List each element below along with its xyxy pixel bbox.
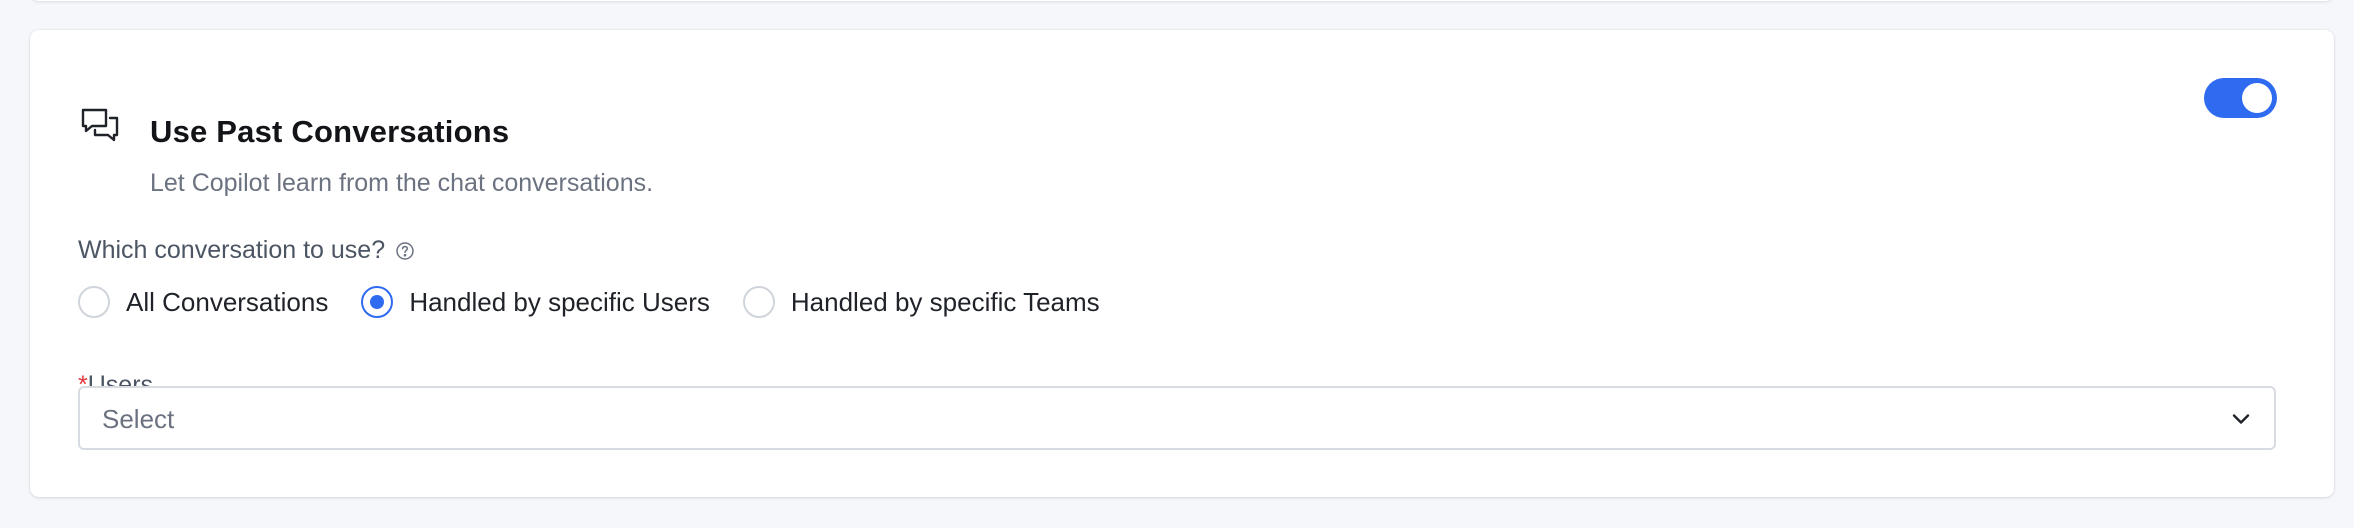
users-select[interactable]: Select [78, 386, 2276, 450]
past-conversations-card: Use Past Conversations Let Copilot learn… [30, 30, 2334, 497]
section-subtitle: Let Copilot learn from the chat conversa… [150, 169, 654, 197]
use-past-conversations-toggle[interactable] [2204, 78, 2277, 118]
radio-label: Handled by specific Teams [790, 286, 1100, 317]
radio-all-conversations[interactable]: All Conversations [78, 286, 328, 318]
radio-label: Handled by specific Users [409, 286, 710, 317]
conversation-source-question: Which conversation to use? [78, 236, 386, 264]
chat-bubbles-icon [81, 108, 119, 142]
chevron-down-icon[interactable] [2228, 406, 2254, 432]
conversation-source-radio-group: All Conversations Handled by specific Us… [78, 285, 1133, 319]
radio-button[interactable] [78, 286, 110, 318]
radio-button[interactable] [742, 286, 775, 318]
radio-button-selected[interactable] [361, 286, 394, 318]
radio-specific-teams[interactable]: Handled by specific Teams [742, 286, 1100, 318]
previous-card-edge [30, 0, 2334, 1]
radio-specific-users[interactable]: Handled by specific Users [361, 286, 710, 318]
section-title: Use Past Conversations [150, 114, 510, 149]
radio-label: All Conversations [126, 286, 329, 317]
question-circle-icon[interactable] [395, 241, 415, 261]
conversation-source-label: Which conversation to use? [78, 236, 415, 265]
toggle-knob [2242, 83, 2272, 113]
users-select-placeholder: Select [102, 404, 175, 434]
